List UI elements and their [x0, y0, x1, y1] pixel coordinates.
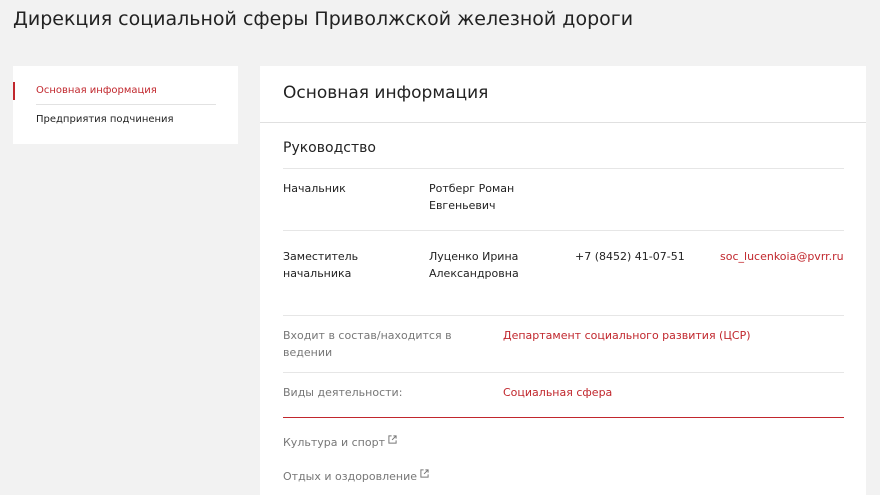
activities-divider [283, 372, 844, 373]
leadership-divider [283, 168, 844, 169]
activity-link-recreation[interactable]: Отдых и оздоровление [283, 468, 429, 485]
membership-label: Входит в состав/находится в ведении [283, 329, 452, 359]
card-title: Основная информация [283, 83, 489, 103]
membership-divider [283, 315, 844, 316]
sidebar-divider [36, 104, 216, 105]
sidebar-item-main-info[interactable]: Основная информация [36, 84, 216, 98]
activities-active-underline [283, 417, 844, 418]
external-link-icon [388, 435, 397, 444]
sidebar-nav [13, 66, 238, 144]
leadership-row-divider [283, 230, 844, 231]
leader-position: Начальник [283, 182, 346, 195]
membership-department-link[interactable]: Департамент социального развития (ЦСР) [503, 327, 751, 344]
deputy-name: Луценко Ирина Александровна [429, 250, 519, 280]
leader-name: Ротберг Роман Евгеньевич [429, 182, 515, 212]
activity-social-sphere[interactable]: Социальная сфера [503, 384, 612, 401]
deputy-phone[interactable]: +7 (8452) 41-07-51 [575, 248, 685, 265]
card-header-divider [260, 122, 866, 123]
leadership-section-title: Руководство [283, 140, 376, 156]
deputy-position: Заместитель начальника [283, 250, 359, 280]
activities-label: Виды деятельности: [283, 386, 403, 399]
sidebar-active-marker [13, 82, 15, 100]
sidebar-item-subordinate-enterprises[interactable]: Предприятия подчинения [36, 113, 216, 127]
page-title: Дирекция социальной сферы Приволжской же… [13, 8, 634, 30]
deputy-email-link[interactable]: soc_lucenkoia@pvrr.ru [720, 248, 844, 265]
external-link-icon [420, 469, 429, 478]
activity-link-culture-sport[interactable]: Культура и спорт [283, 434, 397, 451]
